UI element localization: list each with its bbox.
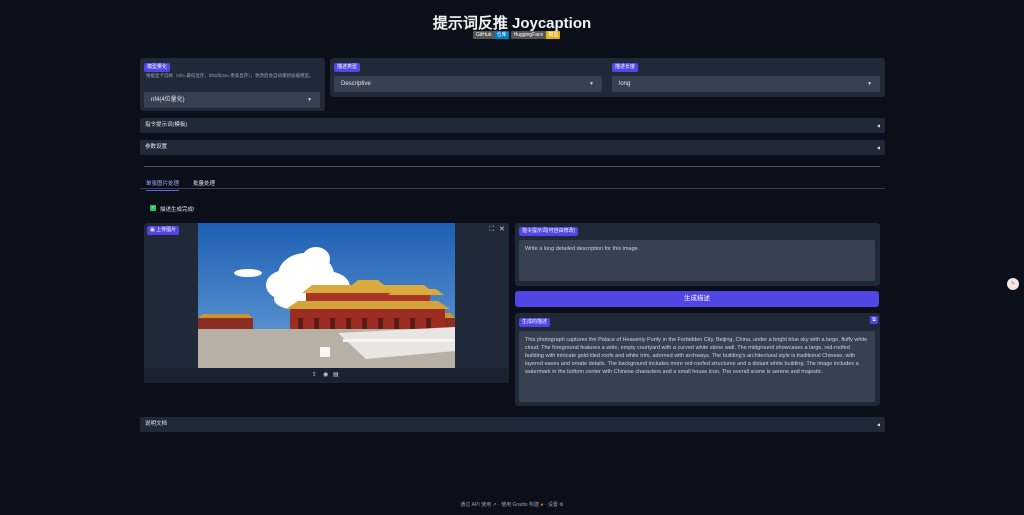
desc-type-select[interactable]: Descriptive ▼	[334, 76, 602, 92]
gear-icon: ⚙	[559, 502, 564, 508]
model-label: 模型量化	[144, 63, 171, 72]
badge-value: 仓库	[494, 31, 509, 39]
uploaded-photo	[198, 223, 455, 368]
badge-key: HuggingFace	[510, 31, 547, 39]
accordion-label: 说明文档	[145, 421, 168, 427]
desc-options-panel: 描述类型 Descriptive ▼ 描述长度 long ▼	[330, 58, 885, 97]
docs-accordion[interactable]: 说明文档 ◀	[140, 417, 885, 432]
clipboard-icon[interactable]: ▤	[333, 371, 339, 379]
image-icon: ▣	[150, 227, 155, 233]
tab-batch[interactable]: 批量处理	[193, 179, 215, 187]
upload-icon[interactable]: ⇪	[312, 371, 317, 379]
badge-value: 模型	[546, 31, 561, 39]
model-selected-value: nf4(4位量化)	[151, 97, 185, 103]
copy-icon[interactable]: ⧉	[870, 316, 878, 324]
close-icon[interactable]: ✕	[499, 226, 505, 234]
image-panel-label-text: 上传图片	[156, 227, 177, 233]
api-link[interactable]: 通过 API 使用	[460, 502, 491, 508]
desc-length-selected-value: long	[619, 81, 631, 87]
prompt-panel: 指令提示词(可自由修改) Write a long detailed descr…	[515, 223, 880, 286]
divider	[144, 166, 880, 167]
settings-link[interactable]: 设置	[548, 502, 558, 508]
prompt-templates-accordion[interactable]: 指令提示词(模板) ◀	[140, 118, 885, 133]
desc-length-select[interactable]: long ▼	[612, 76, 880, 92]
model-panel: 模型量化 根据显卡选择（nf4=最低显存，bf16/fp16=更高显存），更改后…	[140, 58, 325, 111]
desc-type-selected-value: Descriptive	[341, 81, 371, 87]
output-textarea[interactable]: This photograph captures the Palace of H…	[519, 331, 875, 402]
triangle-icon: ◀	[876, 123, 880, 128]
webcam-icon[interactable]: ◉	[323, 371, 328, 379]
generate-button[interactable]: 生成描述	[515, 291, 879, 307]
accordion-label: 参数设置	[145, 144, 168, 150]
tab-single[interactable]: 单张图片处理	[146, 179, 180, 191]
github-badge[interactable]: GitHub 仓库	[473, 31, 509, 39]
page-title: 提示词反推 Joycaption	[432, 15, 592, 32]
triangle-icon: ◀	[876, 422, 880, 427]
desc-type-label: 描述类型	[334, 63, 361, 72]
accordion-label: 指令提示词(模板)	[145, 122, 188, 128]
image-panel: ▣ 上传图片 ⛶ ✕ ⇪ ◉ ▤	[144, 223, 509, 383]
done-checkbox-label: 描述生成完成!	[160, 207, 195, 213]
done-checkbox[interactable]: ✓	[150, 205, 156, 211]
badge-key: GitHub	[473, 31, 495, 39]
huggingface-badge[interactable]: HuggingFace 模型	[510, 31, 561, 39]
prompt-label: 指令提示词(可自由修改)	[519, 227, 579, 236]
prompt-textarea[interactable]: Write a long detailed description for th…	[519, 240, 875, 281]
footer: 通过 API 使用 ➚ · 使用 Gradio 构建 ● · 设置 ⚙	[0, 501, 1024, 508]
gradio-link[interactable]: 使用 Gradio 构建	[501, 502, 539, 508]
image-panel-label: ▣ 上传图片	[147, 226, 180, 235]
model-select[interactable]: nf4(4位量化) ▼	[144, 92, 320, 108]
browser-extension-icon[interactable]: ✎	[1007, 278, 1019, 290]
desc-length-label: 描述长度	[612, 63, 639, 72]
badge-group: GitHub 仓库 HuggingFace 模型	[473, 31, 561, 39]
triangle-icon: ◀	[876, 145, 880, 150]
fullscreen-icon[interactable]: ⛶	[489, 226, 494, 234]
chevron-down-icon: ▼	[307, 97, 312, 103]
image-toolbar: ⇪ ◉ ▤	[144, 368, 509, 383]
chevron-down-icon: ▼	[867, 81, 872, 87]
output-panel: 生成的描述 ⧉ This photograph captures the Pal…	[515, 313, 880, 406]
output-label: 生成的描述	[519, 318, 551, 327]
chevron-down-icon: ▼	[589, 81, 594, 87]
tab-underline	[140, 188, 885, 189]
model-hint: 根据显卡选择（nf4=最低显存，bf16/fp16=更高显存），更改后会自动重新…	[146, 73, 314, 78]
params-accordion[interactable]: 参数设置 ◀	[140, 140, 885, 155]
